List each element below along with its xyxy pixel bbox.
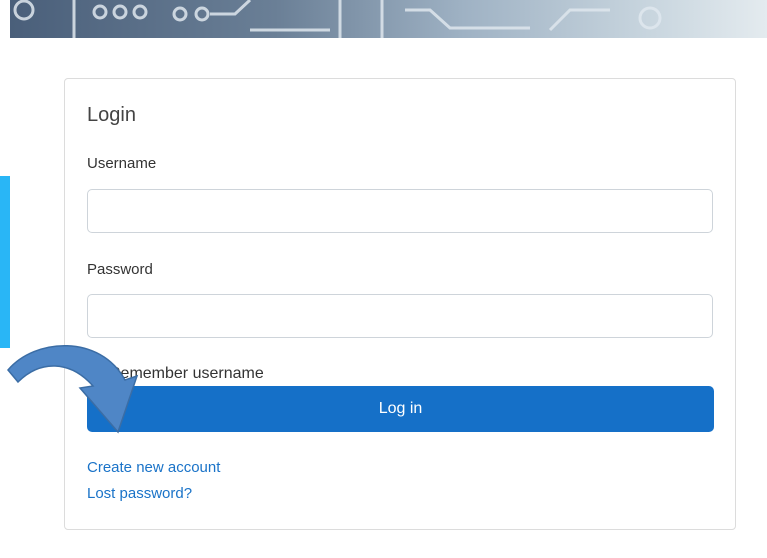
login-title: Login: [87, 104, 136, 126]
lost-password-link[interactable]: Lost password?: [87, 485, 192, 502]
circuit-pattern: [13, 0, 662, 38]
header-banner: [10, 0, 767, 38]
side-accent-strip: [0, 176, 10, 348]
create-account-link[interactable]: Create new account: [87, 459, 220, 476]
password-label: Password: [87, 261, 153, 278]
username-label: Username: [87, 155, 157, 172]
login-card: Login Username Password Remember usernam…: [64, 78, 736, 530]
curved-arrow-icon: [7, 344, 139, 434]
username-input[interactable]: [87, 189, 713, 233]
login-button[interactable]: Log in: [87, 386, 714, 432]
password-input[interactable]: [87, 294, 713, 338]
